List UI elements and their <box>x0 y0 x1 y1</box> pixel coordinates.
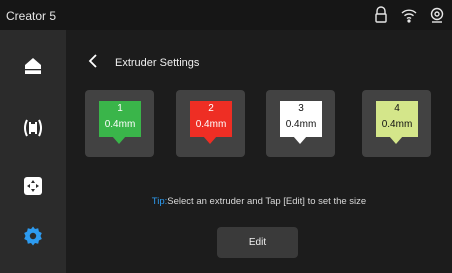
extruder-card-4[interactable]: 4 0.4mm <box>362 90 431 157</box>
print-icon <box>21 116 45 140</box>
status-icons <box>372 6 446 24</box>
sidebar <box>0 30 66 273</box>
app-title: Creator 5 <box>6 9 57 23</box>
tip-message: Select an extruder and Tap [Edit] to set… <box>167 196 367 207</box>
tip-prefix: Tip: <box>151 196 168 207</box>
sidebar-item-print[interactable] <box>0 104 66 152</box>
extruder-size: 0.4mm <box>285 119 317 130</box>
extruder-pointer-icon <box>293 136 307 144</box>
sidebar-item-settings[interactable] <box>0 212 66 260</box>
extruder-swatch: 4 0.4mm <box>376 101 418 137</box>
extruder-number: 4 <box>394 103 400 114</box>
extruder-card-2[interactable]: 2 0.4mm <box>176 90 245 157</box>
wifi-icon[interactable] <box>400 6 418 24</box>
extruder-number: 1 <box>117 103 123 114</box>
extruder-size: 0.4mm <box>104 119 136 130</box>
home-icon <box>22 55 44 77</box>
lock-icon[interactable] <box>372 6 390 24</box>
extruder-pointer-icon <box>389 136 403 144</box>
move-control-icon <box>22 175 44 197</box>
top-status-bar: Creator 5 <box>0 0 452 30</box>
extruder-swatch: 1 0.4mm <box>99 101 141 137</box>
gear-icon <box>22 225 44 247</box>
extruder-pointer-icon <box>203 136 217 144</box>
extruder-size: 0.4mm <box>195 119 227 130</box>
extruder-size: 0.4mm <box>381 119 413 130</box>
extruder-number: 3 <box>298 103 304 114</box>
chevron-left-icon <box>86 54 102 74</box>
extruder-swatch: 2 0.4mm <box>190 101 232 137</box>
sidebar-item-home[interactable] <box>0 42 66 90</box>
sidebar-item-control[interactable] <box>0 162 66 210</box>
extruder-card-1[interactable]: 1 0.4mm <box>85 90 154 157</box>
camera-icon[interactable] <box>428 6 446 24</box>
page-title: Extruder Settings <box>115 57 200 69</box>
back-button[interactable] <box>86 52 102 70</box>
extruder-number: 2 <box>208 103 214 114</box>
extruder-pointer-icon <box>112 136 126 144</box>
extruder-card-3[interactable]: 3 0.4mm <box>266 90 335 157</box>
extruder-swatch: 3 0.4mm <box>280 101 322 137</box>
main-panel: Extruder Settings 1 0.4mm 2 0.4mm 3 0.4m… <box>66 30 452 273</box>
tip-text: Tip:Select an extruder and Tap [Edit] to… <box>66 196 452 207</box>
edit-button[interactable]: Edit <box>217 227 298 258</box>
